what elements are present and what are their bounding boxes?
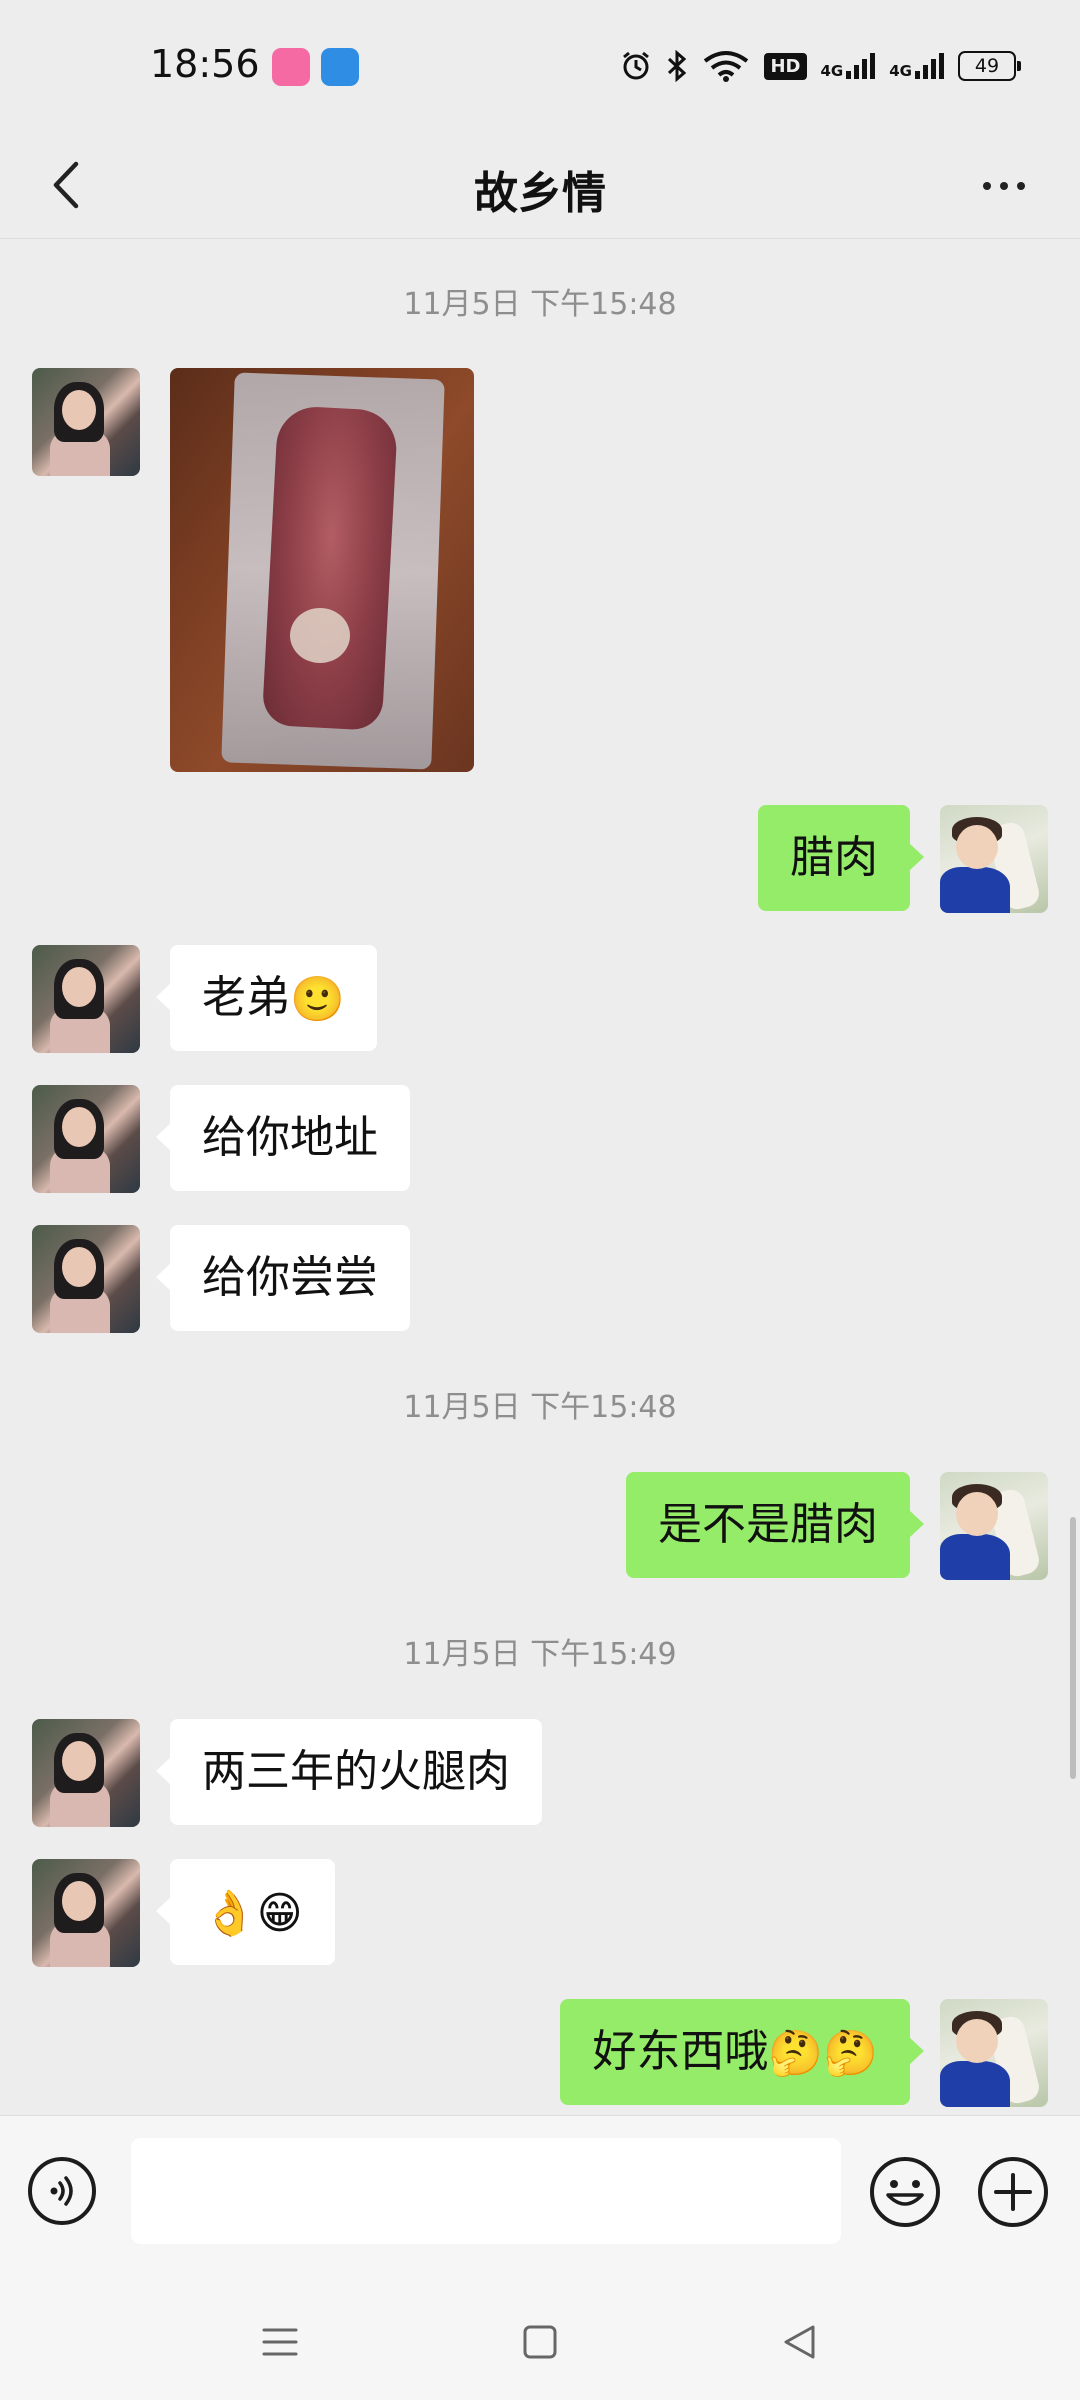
wifi-icon <box>702 50 750 82</box>
system-back-button[interactable] <box>772 2314 828 2370</box>
more-options-button[interactable] <box>968 163 1040 209</box>
message-bubble-incoming[interactable]: 给你尝尝 <box>156 1225 410 1331</box>
voice-button[interactable] <box>28 2157 96 2225</box>
message-text: 老弟 <box>202 972 290 1023</box>
message-bubble-outgoing[interactable]: 好东西哦🤔🤔 <box>560 1999 924 2105</box>
ok-grin-emoji: 👌😁 <box>202 1888 303 1939</box>
avatar-contact[interactable] <box>32 1859 140 1967</box>
chat-messages[interactable]: 11月5日 下午15:48 腊肉 老弟🙂 给你地址 给你尝尝 11月5日 下午1… <box>0 239 1080 2115</box>
avatar-contact[interactable] <box>32 1719 140 1827</box>
smile-emoji: 🙂 <box>290 974 345 1025</box>
message-text: 腊肉 <box>790 832 878 883</box>
scrollbar[interactable] <box>1070 1517 1076 1779</box>
status-time: 18:56 <box>150 42 260 86</box>
more-dots-icon <box>983 182 991 190</box>
smile-icon <box>886 2180 924 2206</box>
menu-button[interactable] <box>252 2314 308 2370</box>
emoji-button[interactable] <box>870 2157 940 2227</box>
signal-bars-icon <box>846 53 876 79</box>
message-bubble-incoming[interactable]: 两三年的火腿肉 <box>156 1719 542 1825</box>
system-nav-bar <box>0 2276 1080 2400</box>
status-icons: HD 4G 4G 49 <box>620 50 1021 82</box>
message-bubble-incoming[interactable]: 老弟🙂 <box>156 945 377 1051</box>
avatar-self[interactable] <box>940 805 1048 913</box>
alarm-icon <box>620 50 652 82</box>
signal-bars-icon <box>915 53 944 79</box>
avatar-self[interactable] <box>940 1472 1048 1580</box>
message-text: 给你地址 <box>202 1112 378 1163</box>
hd-badge: HD <box>764 52 807 80</box>
back-triangle-icon <box>784 2325 815 2359</box>
message-bubble-incoming[interactable]: 给你地址 <box>156 1085 410 1191</box>
home-button[interactable] <box>512 2314 568 2370</box>
signal-1: 4G <box>821 53 876 79</box>
battery-level: 49 <box>974 55 1000 77</box>
thinking-emoji: 🤔🤔 <box>768 2028 878 2079</box>
signal-2: 4G <box>889 53 944 79</box>
message-bubble-outgoing[interactable]: 腊肉 <box>758 805 924 911</box>
home-square-icon <box>523 2325 557 2359</box>
image-message[interactable] <box>170 368 474 772</box>
more-actions-button[interactable] <box>978 2157 1048 2227</box>
avatar-contact[interactable] <box>32 1225 140 1333</box>
bluetooth-icon <box>666 50 688 82</box>
chat-title: 故乡情 <box>474 168 606 219</box>
browser-icon <box>321 48 359 86</box>
message-bubble-incoming[interactable]: 👌😁 <box>156 1859 335 1965</box>
plus-icon <box>994 2173 1032 2211</box>
battery-icon: 49 <box>958 51 1021 81</box>
network-label-2: 4G <box>889 62 912 80</box>
message-input[interactable] <box>131 2138 841 2244</box>
avatar-self[interactable] <box>940 1999 1048 2107</box>
menu-icon <box>262 2328 298 2356</box>
timestamp: 11月5日 下午15:48 <box>403 1390 677 1425</box>
input-bar <box>0 2115 1080 2276</box>
avatar-contact[interactable] <box>32 945 140 1053</box>
bilibili-icon <box>272 48 310 86</box>
avatar-contact[interactable] <box>32 1085 140 1193</box>
message-text: 给你尝尝 <box>202 1252 378 1303</box>
voice-icon <box>50 2176 73 2206</box>
status-bar: 18:56 HD 4G 4G 49 <box>0 0 1080 135</box>
timestamp: 11月5日 下午15:49 <box>403 1637 677 1672</box>
message-text: 好东西哦 <box>592 2026 769 2077</box>
timestamp: 11月5日 下午15:48 <box>403 287 677 322</box>
chat-header: 故乡情 <box>0 135 1080 239</box>
avatar-contact[interactable] <box>32 368 140 476</box>
message-bubble-outgoing[interactable]: 是不是腊肉 <box>626 1472 924 1578</box>
message-text: 是不是腊肉 <box>658 1499 878 1550</box>
network-label-1: 4G <box>820 62 844 80</box>
message-text: 两三年的火腿肉 <box>202 1746 510 1797</box>
